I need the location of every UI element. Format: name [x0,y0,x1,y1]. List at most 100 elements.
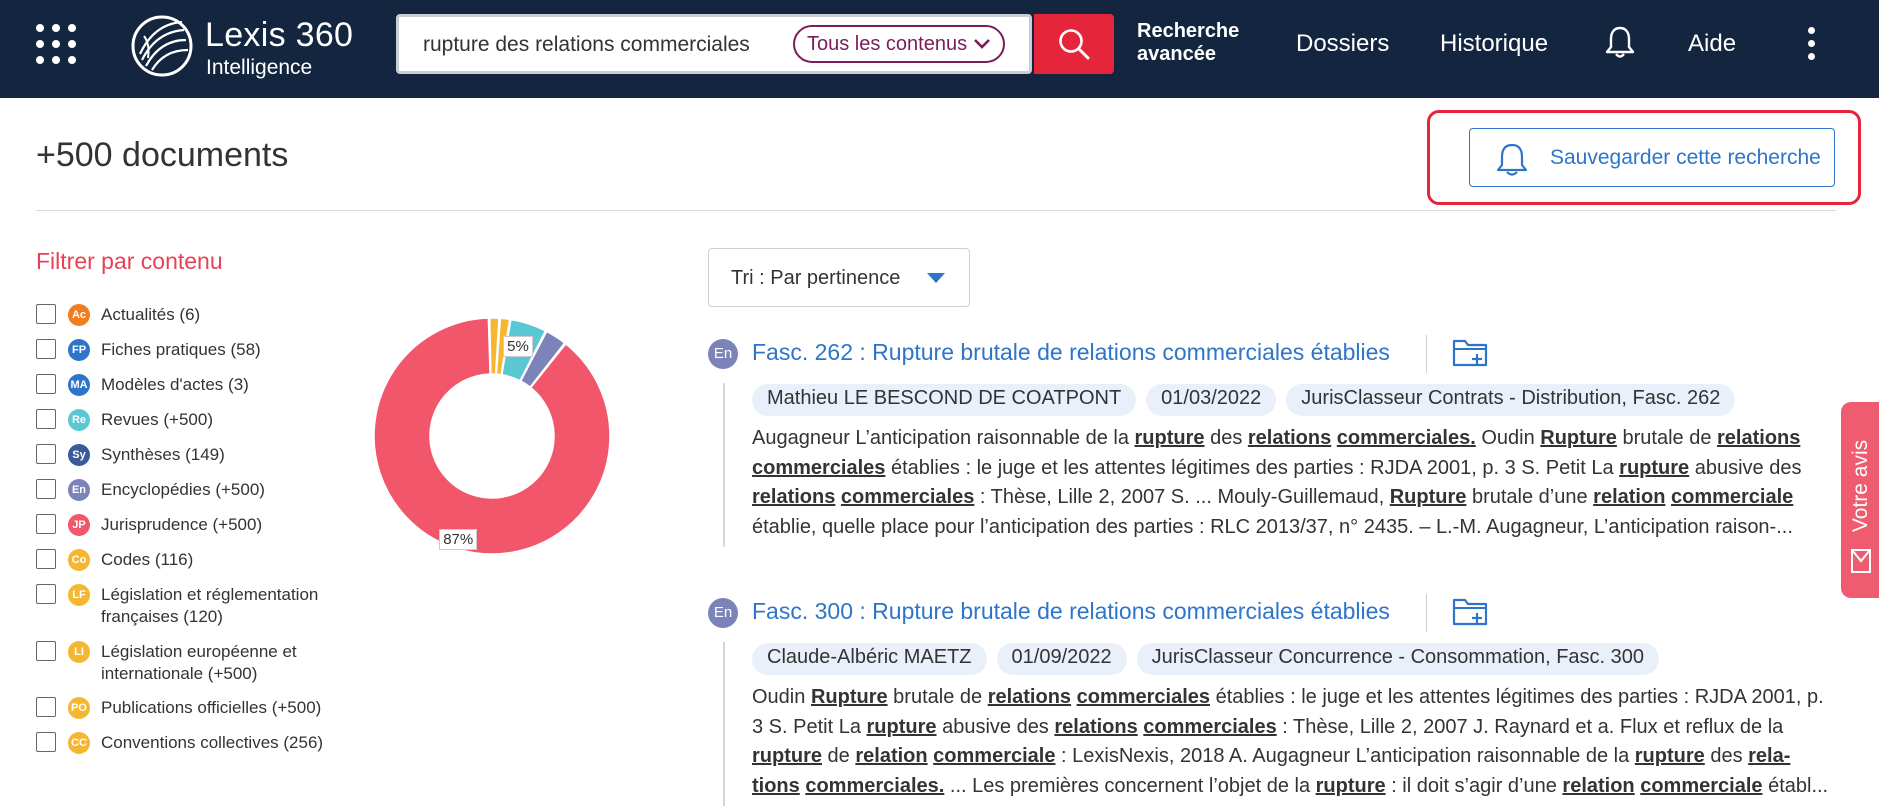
keyword-highlight: rela- [1748,745,1791,767]
keyword-highlight: commerciales [1143,715,1277,738]
filter-label: Codes (116) [101,550,194,569]
filter-label: Fiches pratiques (58) [101,340,261,359]
filter-item-legislation-francaise[interactable]: LF Législation et réglementation françai… [36,584,318,628]
filter-checkbox[interactable] [36,641,56,661]
top-navigation-bar: Lexis 360 Intelligence rupture des relat… [0,0,1879,98]
filter-item-actualites[interactable]: Ac Actualités (6) [36,304,200,326]
content-type-dropdown[interactable]: Tous les contenus [793,25,1005,63]
nav-help[interactable]: Aide [1688,30,1736,58]
filter-checkbox[interactable] [36,549,56,569]
author-tag[interactable]: Claude-Albéric MAETZ [752,643,987,675]
advanced-search-line2: avancée [1137,43,1216,65]
more-options-icon[interactable] [1803,27,1819,61]
feedback-tab[interactable]: Votre avis [1841,402,1879,598]
keyword-highlight: relation [1562,774,1635,797]
keyword-highlight: relations [1717,427,1801,449]
filter-item-publications-officielles[interactable]: PO Publications officielles (+500) [36,697,321,719]
keyword-highlight: commerciales. [1336,427,1476,449]
keyword-highlight: rupture [1315,774,1386,797]
content-type-badge: FP [68,339,90,361]
keyword-highlight: commerciales [840,486,975,508]
keyword-highlight: Rupture [810,686,888,708]
filter-label-line1: Législation européenne et [101,642,297,661]
feedback-label: Votre avis [1849,439,1872,533]
filter-label-line1: Législation et réglementation [101,585,319,604]
content-type-badge: PO [68,697,90,719]
logo-brand-text: Lexis 360 [205,16,354,54]
filter-item-revues[interactable]: Re Revues (+500) [36,409,213,431]
keyword-highlight: commerciales [752,456,886,479]
nav-history[interactable]: Historique [1440,30,1548,58]
filter-checkbox[interactable] [36,304,56,324]
filter-item-legislation-europeenne[interactable]: LI Législation européenne et internation… [36,641,297,685]
filter-label: Actualités (6) [101,305,201,324]
filter-checkbox[interactable] [36,514,56,534]
add-to-folder-icon[interactable] [1452,335,1488,369]
filter-item-syntheses[interactable]: Sy Synthèses (149) [36,444,225,466]
result-tags: Mathieu LE BESCOND DE COATPONT 01/03/202… [752,384,1736,416]
result-title-link[interactable]: Fasc. 300 : Rupture brutale de relations… [752,598,1390,625]
keyword-highlight: commerciales. [805,774,945,797]
title-separator [1426,335,1427,373]
sort-dropdown[interactable]: Tri : Par pertinence [708,248,970,307]
lexis-tree-logo-icon [131,15,193,77]
filter-checkbox[interactable] [36,584,56,604]
apps-grid-icon[interactable] [36,24,78,66]
filter-item-conventions-collectives[interactable]: CC Conventions collectives (256) [36,732,323,754]
content-type-badge: LI [68,641,90,663]
title-separator [1426,594,1427,632]
encyclopedie-badge: En [708,339,738,369]
content-type-badge: Re [68,409,90,431]
chevron-down-icon [974,39,990,49]
filter-item-modeles-actes[interactable]: MA Modèles d'actes (3) [36,374,249,396]
bell-icon [1496,143,1528,176]
filter-item-fiches-pratiques[interactable]: FP Fiches pratiques (58) [36,339,261,361]
filter-label: Modèles d'actes (3) [101,375,249,394]
add-to-folder-icon[interactable] [1452,594,1488,628]
keyword-highlight: relation [1593,486,1666,508]
source-tag[interactable]: JurisClasseur Contrats - Distribution, F… [1286,384,1736,416]
author-tag[interactable]: Mathieu LE BESCOND DE COATPONT [752,384,1137,416]
keyword-highlight: rupture [866,715,937,738]
result-tags: Claude-Albéric MAETZ 01/09/2022 JurisCla… [752,643,1660,675]
filter-label: Législation et réglementation françaises… [101,584,318,628]
filter-checkbox[interactable] [36,374,56,394]
advanced-search-line1: Recherche [1137,20,1240,42]
notifications-bell-icon[interactable] [1604,25,1636,59]
caret-down-icon [927,273,945,283]
keyword-highlight: relation [855,745,928,767]
save-search-label: Sauvegarder cette recherche [1550,146,1821,169]
filter-item-jurisprudence[interactable]: JP Jurisprudence (+500) [36,514,262,536]
filter-checkbox[interactable] [36,732,56,752]
save-search-button[interactable]: Sauvegarder cette recherche [1469,128,1835,187]
filter-title: Filtrer par contenu [36,248,223,274]
lexis-logo[interactable]: Lexis 360 Intelligence [130,12,375,79]
keyword-highlight: rupture [752,745,822,767]
keyword-highlight: rupture [1634,745,1705,767]
source-tag[interactable]: JurisClasseur Concurrence - Consommation… [1136,643,1660,675]
search-button[interactable] [1034,14,1114,74]
content-type-badge: Ac [68,304,90,326]
filter-checkbox[interactable] [36,479,56,499]
filter-checkbox[interactable] [36,697,56,717]
search-box[interactable]: rupture des relations commerciales Tous … [396,14,1032,74]
nav-folders[interactable]: Dossiers [1296,30,1389,58]
filter-item-codes[interactable]: Co Codes (116) [36,549,193,571]
keyword-highlight: relations [1054,715,1138,738]
date-tag: 01/09/2022 [996,643,1127,675]
filter-checkbox[interactable] [36,409,56,429]
search-input[interactable]: rupture des relations commerciales [423,33,750,57]
filter-label: Législation européenne et internationale… [101,641,297,685]
filter-checkbox[interactable] [36,339,56,359]
filter-checkbox[interactable] [36,444,56,464]
donut-label-revues: 5% [503,335,533,357]
result-title-link[interactable]: Fasc. 262 : Rupture brutale de relations… [752,339,1390,366]
filter-label: Publications officielles (+500) [101,698,322,717]
results-count: +500 documents [36,136,289,174]
keyword-highlight: Rupture [1389,486,1467,508]
content-distribution-donut-chart [373,317,611,555]
result-left-rule [723,383,725,547]
filter-item-encyclopedies[interactable]: En Encyclopédies (+500) [36,479,265,501]
filter-label-line2: françaises (120) [101,607,223,626]
advanced-search-link[interactable]: Recherche avancée [1137,20,1257,66]
